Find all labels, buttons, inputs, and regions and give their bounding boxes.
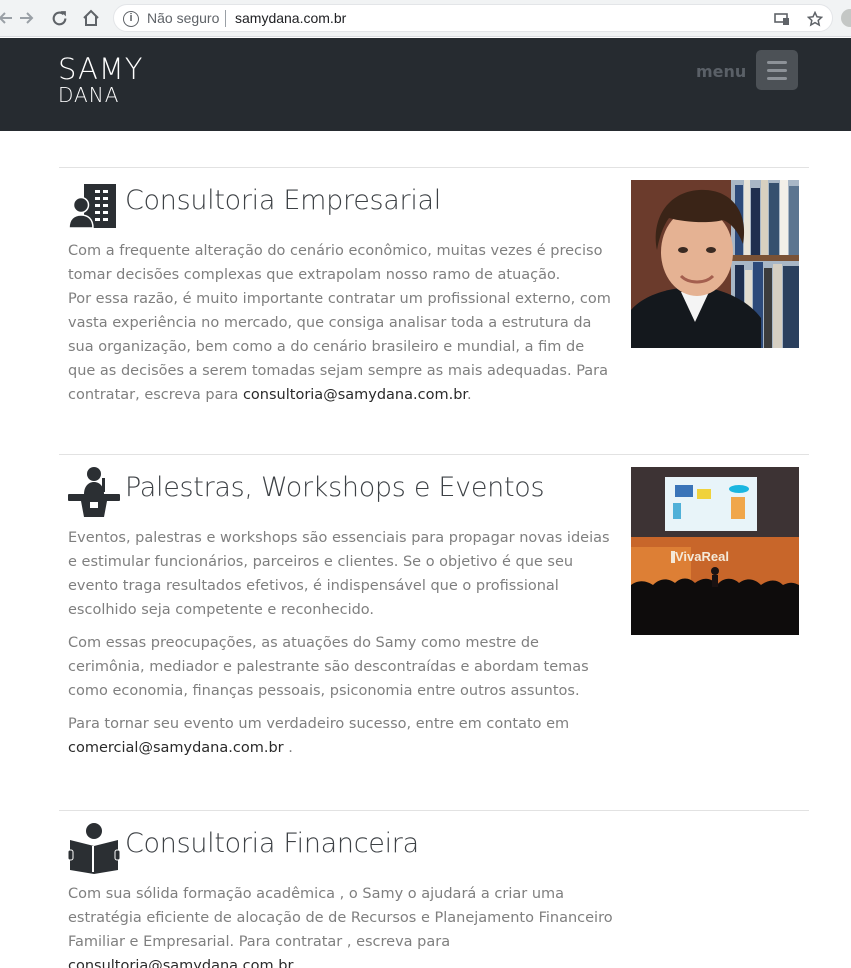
section-title: Consultoria Financeira [125, 828, 419, 859]
menu-label[interactable]: menu [696, 62, 746, 81]
section-body: Eventos, palestras e workshops são essen… [68, 526, 613, 769]
section-body: Com a frequente alteração do cenário eco… [68, 239, 613, 416]
forward-arrow-icon[interactable] [16, 7, 38, 29]
punctuation: . [293, 958, 303, 968]
email-link[interactable]: consultoria@samydana.com.br [243, 387, 467, 403]
paragraph: Eventos, palestras e workshops são essen… [68, 526, 613, 622]
menu-bar-icon [767, 61, 787, 64]
person-reading-book-icon [67, 822, 121, 874]
reload-icon[interactable] [48, 7, 70, 29]
url-text[interactable]: samydana.com.br [235, 10, 346, 26]
paragraph-text: Com sua sólida formação acadêmica , o Sa… [68, 886, 613, 950]
section-title: Palestras, Workshops e Eventos [125, 472, 545, 503]
profile-avatar[interactable] [841, 9, 851, 27]
section-divider [59, 810, 809, 811]
event-stage-photo: VivaReal [631, 467, 799, 635]
menu-bar-icon [767, 69, 787, 72]
cast-icon[interactable] [774, 11, 790, 27]
section-title: Consultoria Empresarial [125, 185, 441, 216]
bookmark-star-icon[interactable] [806, 10, 824, 27]
paragraph-text: Com essas preocupações, as atuações do S… [68, 635, 589, 699]
email-link[interactable]: comercial@samydana.com.br [68, 740, 284, 756]
section-body: Com sua sólida formação acadêmica , o Sa… [68, 882, 613, 968]
hamburger-menu-button[interactable] [756, 50, 798, 90]
paragraph: Por essa razão, é muito importante contr… [68, 287, 613, 407]
paragraph: Com a frequente alteração do cenário eco… [68, 239, 613, 287]
menu-bar-icon [767, 77, 787, 80]
back-arrow-icon[interactable] [0, 7, 16, 29]
section-divider [59, 167, 809, 168]
paragraph-text: Para tornar seu evento um verdadeiro suc… [68, 716, 570, 732]
paragraph: Para tornar seu evento um verdadeiro suc… [68, 712, 613, 760]
logo-dana[interactable]: DANA [58, 83, 119, 107]
paragraph-text: Eventos, palestras e workshops são essen… [68, 530, 610, 618]
paragraph-text: Com a frequente alteração do cenário eco… [68, 243, 603, 283]
logo-samy[interactable]: SAMY [58, 52, 144, 86]
section-divider [59, 454, 809, 455]
browser-toolbar: i Não seguro samydana.com.br [0, 0, 851, 37]
email-link[interactable]: consultoria@samydana.com.br [68, 958, 293, 968]
punctuation: . [283, 740, 293, 756]
paragraph: Com essas preocupações, as atuações do S… [68, 631, 613, 703]
stage-sign: VivaReal [675, 549, 729, 564]
speaker-podium-icon [68, 466, 120, 517]
home-icon[interactable] [80, 7, 102, 29]
info-icon[interactable]: i [123, 11, 139, 27]
security-status[interactable]: Não seguro [147, 10, 219, 26]
punctuation: . [467, 387, 472, 403]
site-header: SAMY DANA menu [0, 38, 851, 131]
address-separator [225, 10, 226, 27]
portrait-photo [631, 180, 799, 348]
paragraph: Com sua sólida formação acadêmica , o Sa… [68, 882, 613, 968]
address-bar[interactable]: i Não seguro samydana.com.br [113, 4, 833, 32]
office-building-person-icon [68, 181, 120, 229]
